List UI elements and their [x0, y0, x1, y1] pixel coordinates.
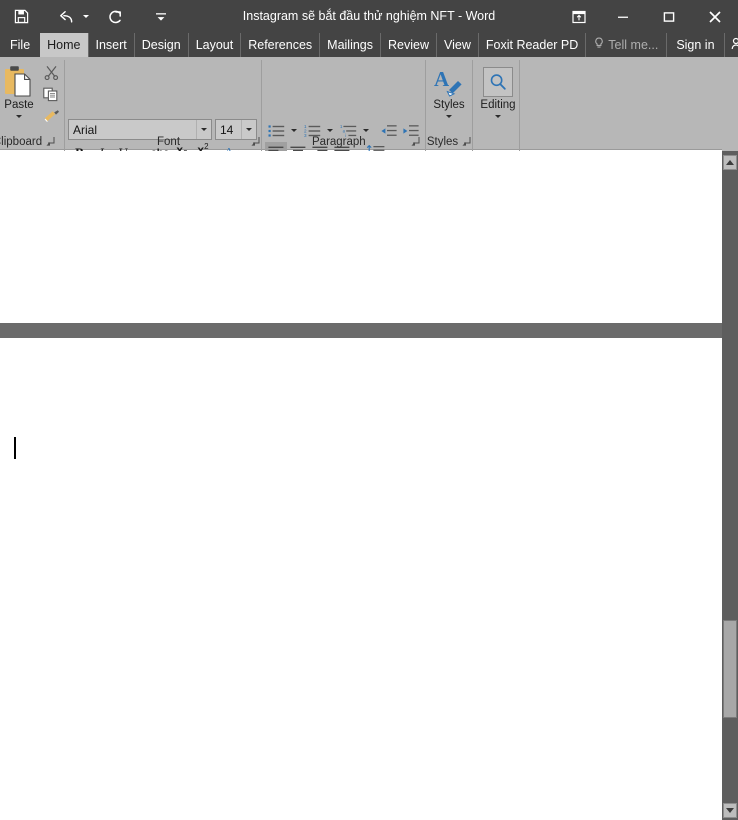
tab-mailings[interactable]: Mailings [319, 33, 380, 57]
editing-label: Editing [480, 98, 516, 111]
format-painter-button[interactable] [40, 106, 62, 126]
tab-insert[interactable]: Insert [87, 33, 134, 57]
close-icon[interactable] [692, 0, 738, 33]
copy-button[interactable] [40, 84, 62, 104]
clipboard-paste-icon [4, 65, 34, 98]
cut-button[interactable] [40, 62, 62, 82]
undo-dropdown-icon[interactable] [80, 2, 92, 32]
paste-dropdown-icon[interactable] [16, 115, 22, 118]
paste-button[interactable]: Paste [0, 60, 42, 122]
group-label-clipboard: Clipboard [0, 133, 60, 150]
window-controls [558, 0, 738, 33]
document-canvas[interactable] [0, 151, 722, 820]
text-cursor [14, 437, 16, 459]
tell-me-label: Tell me... [608, 38, 659, 52]
scrollbar-top-filler [722, 140, 738, 151]
group-label-styles-text: Styles [426, 135, 459, 148]
save-icon[interactable] [6, 2, 36, 32]
tell-me-search[interactable]: Tell me... [585, 33, 666, 57]
vertical-scroll-thumb[interactable] [723, 620, 737, 718]
styles-button[interactable]: A Styles [428, 61, 470, 123]
tab-references[interactable]: References [240, 33, 319, 57]
styles-dropdown-icon[interactable] [446, 115, 452, 118]
scroll-up-button[interactable] [723, 155, 737, 170]
redo-icon[interactable] [100, 2, 130, 32]
tab-foxit-reader-pdf[interactable]: Foxit Reader PD [477, 33, 585, 57]
group-label-font-text: Font [157, 135, 181, 148]
magnifier-icon [483, 66, 513, 97]
triangle-down-icon [726, 808, 734, 813]
group-label-paragraph: Paragraph [290, 133, 420, 150]
maximize-icon[interactable] [646, 0, 692, 33]
person-add-icon [731, 37, 738, 53]
tab-review[interactable]: Review [380, 33, 436, 57]
ribbon: Paste Arial 14 x x 2 1 2 3 1 a i A Style… [0, 57, 738, 201]
font-dialog-launcher-icon[interactable] [251, 137, 260, 146]
tab-file[interactable]: File [0, 33, 40, 57]
tab-home[interactable]: Home [40, 33, 88, 57]
tab-layout[interactable]: Layout [187, 33, 241, 57]
word-window: Instagram sẽ bắt đầu thử nghiệm NFT - Wo… [0, 0, 738, 820]
scissors-icon [44, 65, 59, 80]
svg-text:A: A [434, 67, 450, 91]
editing-button[interactable]: Editing [477, 61, 519, 123]
quick-access-toolbar [0, 0, 176, 33]
ribbon-tab-bar: File Home Insert Design Layout Reference… [0, 33, 738, 57]
editing-dropdown-icon[interactable] [495, 114, 501, 118]
lightbulb-icon [594, 37, 604, 53]
styles-dialog-launcher-icon[interactable] [462, 137, 471, 146]
triangle-up-icon [726, 160, 734, 165]
share-button[interactable]: Share [723, 33, 738, 57]
copy-icon [43, 87, 59, 102]
clipboard-dialog-launcher-icon[interactable] [46, 137, 55, 146]
paragraph-dialog-launcher-icon[interactable] [411, 137, 420, 146]
ribbon-group-labels: Clipboard Font Paragraph Styles [0, 133, 738, 150]
ribbon-display-options-icon[interactable] [558, 0, 600, 33]
paintbrush-icon [43, 109, 60, 124]
styles-label: Styles [433, 99, 465, 111]
page-break-separator [0, 323, 722, 338]
scroll-down-button[interactable] [723, 803, 737, 818]
sign-in-button[interactable]: Sign in [666, 33, 723, 57]
paste-label: Paste [4, 99, 34, 111]
customize-quick-access-icon[interactable] [146, 2, 176, 32]
group-label-font: Font [125, 133, 260, 150]
minimize-icon[interactable] [600, 0, 646, 33]
group-label-paragraph-text: Paragraph [312, 135, 366, 148]
group-label-styles: Styles [426, 133, 472, 150]
styles-icon: A [433, 66, 465, 98]
tab-bar-right: Tell me... Sign in Share [585, 33, 738, 57]
group-label-clipboard-text: Clipboard [0, 135, 43, 148]
vertical-scrollbar[interactable] [722, 151, 738, 820]
tab-design[interactable]: Design [133, 33, 188, 57]
tab-view[interactable]: View [436, 33, 478, 57]
title-bar: Instagram sẽ bắt đầu thử nghiệm NFT - Wo… [0, 0, 738, 33]
undo-icon[interactable] [50, 2, 80, 32]
